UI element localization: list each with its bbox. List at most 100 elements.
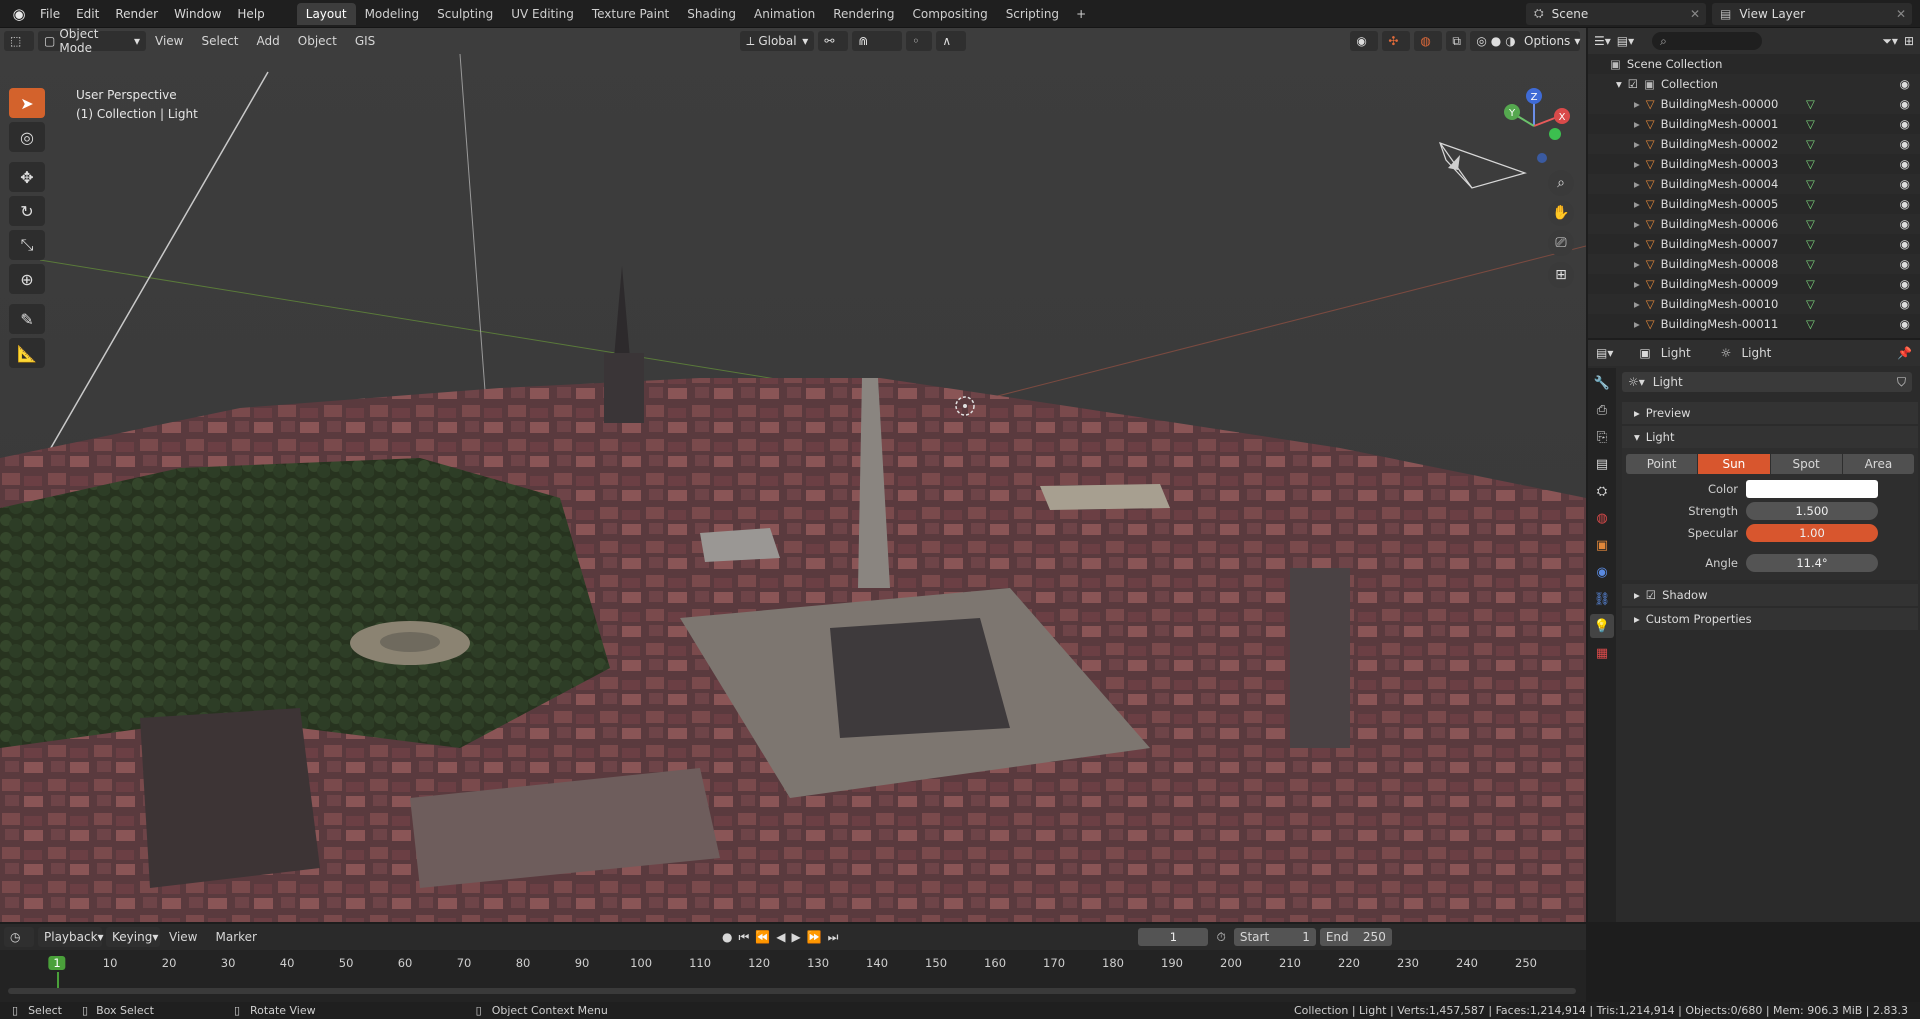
expand-arrow-icon[interactable]: ▸ (1634, 97, 1640, 111)
tab-sculpting[interactable]: Sculpting (428, 3, 502, 25)
select-box-tool[interactable]: ➤ (9, 88, 45, 118)
timeline-scrollbar[interactable] (8, 988, 1576, 994)
scene-selector[interactable]: ⛭ Scene ✕ (1526, 2, 1706, 25)
editor-type-button[interactable]: ◷ (4, 927, 34, 947)
eye-icon[interactable]: ◉ (1900, 297, 1910, 311)
mesh-data-icon[interactable]: ▽ (1806, 177, 1815, 191)
current-frame-field[interactable]: 1 (1138, 928, 1209, 946)
expand-arrow-icon[interactable]: ▸ (1634, 137, 1640, 151)
start-frame-field[interactable]: Start 1 (1233, 928, 1316, 946)
scene-collection-row[interactable]: ▣ Scene Collection (1588, 54, 1920, 74)
eye-icon[interactable]: ◉ (1900, 157, 1910, 171)
eye-icon[interactable]: ◉ (1900, 137, 1910, 151)
expand-arrow-icon[interactable]: ▸ (1634, 217, 1640, 231)
world-tab-icon[interactable]: ◍ (1590, 506, 1614, 530)
next-keyframe-icon[interactable]: ⏩ (807, 930, 822, 944)
new-collection-icon[interactable]: ⊞ (1904, 34, 1914, 48)
playback-menu[interactable]: Playback ▾ (38, 927, 104, 947)
light-datablock-selector[interactable]: ☼▾ Light ⛉ (1622, 372, 1912, 392)
eye-icon[interactable]: ◉ (1900, 197, 1910, 211)
neg-z-axis-handle[interactable] (1537, 153, 1547, 163)
eye-icon[interactable]: ◉ (1900, 177, 1910, 191)
outliner-item[interactable]: ▸ ▽ BuildingMesh-00011 ▽ ◉ (1588, 314, 1920, 334)
collection-row[interactable]: ▾ ☑ ▣ Collection ◉ (1588, 74, 1920, 94)
mesh-data-icon[interactable]: ▽ (1806, 237, 1815, 251)
ortho-grid-icon[interactable]: ⊞ (1548, 262, 1574, 288)
menu-select[interactable]: Select (192, 34, 247, 48)
eye-icon[interactable]: ◉ (1900, 317, 1910, 331)
mesh-data-icon[interactable]: ▽ (1806, 197, 1815, 211)
menu-view[interactable]: View (146, 34, 192, 48)
tab-rendering[interactable]: Rendering (824, 3, 903, 25)
eye-icon[interactable]: ◉ (1900, 77, 1910, 91)
zoom-icon[interactable]: ⌕ (1548, 170, 1574, 196)
light-type-sun[interactable]: Sun (1698, 454, 1770, 474)
play-reverse-icon[interactable]: ◀ (776, 930, 785, 944)
close-icon[interactable]: ✕ (1896, 7, 1906, 21)
tab-texture-paint[interactable]: Texture Paint (583, 3, 678, 25)
timeline-marker-menu[interactable]: Marker (206, 930, 265, 944)
eye-icon[interactable]: ◉ (1900, 257, 1910, 271)
camera-view-icon[interactable]: ⎚ (1548, 230, 1574, 256)
scale-tool[interactable]: ⤡ (9, 230, 45, 260)
expand-arrow-icon[interactable]: ▸ (1634, 257, 1640, 271)
tab-layout[interactable]: Layout (296, 2, 356, 25)
expand-arrow-icon[interactable]: ▸ (1634, 177, 1640, 191)
outliner-item[interactable]: ▸ ▽ BuildingMesh-00002 ▽ ◉ (1588, 134, 1920, 154)
rotate-tool[interactable]: ↻ (9, 196, 45, 226)
menu-object[interactable]: Object (289, 34, 346, 48)
pin-icon[interactable]: 📌 (1897, 346, 1912, 360)
keying-menu[interactable]: Keying ▾ (106, 927, 160, 947)
outliner-item[interactable]: ▸ ▽ BuildingMesh-00009 ▽ ◉ (1588, 274, 1920, 294)
expand-arrow-icon[interactable]: ▸ (1634, 297, 1640, 311)
neg-y-axis-handle[interactable] (1549, 128, 1561, 140)
checkbox-icon[interactable]: ☑ (1628, 77, 1638, 91)
outliner-item[interactable]: ▸ ▽ BuildingMesh-00004 ▽ ◉ (1588, 174, 1920, 194)
light-type-spot[interactable]: Spot (1770, 454, 1842, 474)
measure-tool[interactable]: 📐 (9, 338, 45, 368)
custom-properties-header[interactable]: ▸ Custom Properties (1622, 608, 1918, 630)
expand-arrow-icon[interactable]: ▸ (1634, 237, 1640, 251)
wireframe-shading-icon[interactable]: ◎ (1476, 34, 1486, 48)
properties-type-icon[interactable]: ▤▾ (1596, 346, 1613, 360)
end-frame-field[interactable]: End 250 (1319, 928, 1392, 946)
mesh-data-icon[interactable]: ▽ (1806, 97, 1815, 111)
outliner-item[interactable]: ▸ ▽ BuildingMesh-00005 ▽ ◉ (1588, 194, 1920, 214)
close-icon[interactable]: ✕ (1690, 7, 1700, 21)
tab-animation[interactable]: Animation (745, 3, 824, 25)
falloff-button[interactable]: ∧ (936, 31, 967, 51)
tool-tab-icon[interactable]: 🔧 (1590, 371, 1614, 395)
timeline-view-menu[interactable]: View (160, 930, 206, 944)
mesh-data-icon[interactable]: ▽ (1806, 297, 1815, 311)
prev-keyframe-icon[interactable]: ⏪ (755, 930, 770, 944)
shadow-panel-header[interactable]: ▸ ☑ Shadow (1622, 584, 1918, 606)
tab-modeling[interactable]: Modeling (356, 3, 429, 25)
constraints-tab-icon[interactable]: ⛓ (1590, 587, 1614, 611)
transform-tool[interactable]: ⊕ (9, 264, 45, 294)
material-shading-icon[interactable]: ◑ (1505, 34, 1515, 48)
expand-arrow-icon[interactable]: ▸ (1634, 157, 1640, 171)
tab-uv-editing[interactable]: UV Editing (502, 3, 583, 25)
mesh-data-icon[interactable]: ▽ (1806, 257, 1815, 271)
pan-hand-icon[interactable]: ✋ (1548, 200, 1574, 226)
mesh-data-icon[interactable]: ▽ (1806, 317, 1815, 331)
eye-icon[interactable]: ◉ (1900, 237, 1910, 251)
3d-viewport[interactable] (0, 28, 1586, 922)
gizmo-toggle-button[interactable]: ✣ (1382, 31, 1411, 51)
stopwatch-icon[interactable]: ⏱ (1216, 930, 1225, 945)
eye-icon[interactable]: ◉ (1900, 117, 1910, 131)
outliner-item[interactable]: ▸ ▽ BuildingMesh-00008 ▽ ◉ (1588, 254, 1920, 274)
view-layer-selector[interactable]: ▤ View Layer ✕ (1712, 2, 1912, 25)
eye-icon[interactable]: ◉ (1900, 97, 1910, 111)
render-tab-icon[interactable]: ⎙ (1590, 398, 1614, 422)
proportional-edit-button[interactable]: ◦ (906, 31, 933, 51)
outliner-item[interactable]: ▸ ▽ BuildingMesh-00000 ▽ ◉ (1588, 94, 1920, 114)
play-icon[interactable]: ▶ (791, 930, 800, 944)
collapse-arrow-icon[interactable]: ▾ (1616, 77, 1622, 91)
add-workspace-button[interactable]: + (1068, 3, 1094, 25)
annotate-tool[interactable]: ✎ (9, 304, 45, 334)
snap-button[interactable]: ⋒ (852, 31, 903, 51)
jump-end-icon[interactable]: ⏭ (828, 930, 839, 945)
tab-scripting[interactable]: Scripting (997, 3, 1068, 25)
color-swatch[interactable] (1746, 480, 1878, 498)
